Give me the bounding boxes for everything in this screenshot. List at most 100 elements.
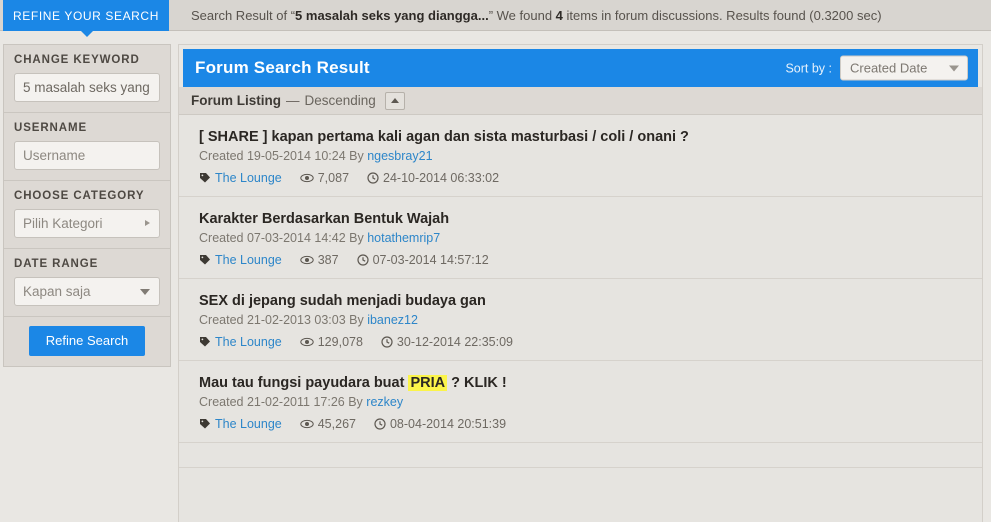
author-link[interactable]: rezkey — [366, 395, 403, 409]
clock-icon — [367, 172, 379, 184]
search-summary-mid: ” We found — [488, 8, 556, 23]
username-label: USERNAME — [14, 122, 88, 134]
views-item: 45,267 — [300, 417, 356, 431]
tag-icon — [200, 255, 210, 265]
eye-icon — [300, 419, 314, 429]
category-item[interactable]: The Lounge — [199, 171, 282, 185]
search-summary-query: 5 masalah seks yang diangga... — [295, 8, 489, 23]
date-range-select[interactable]: Kapan saja — [14, 277, 160, 306]
search-summary-prefix: Search Result of “ — [191, 8, 296, 23]
author-link[interactable]: ibanez12 — [367, 313, 418, 327]
table-row[interactable]: SEX di jepang sudah menjadi budaya gan C… — [179, 279, 982, 361]
chevron-down-icon — [949, 65, 959, 72]
page-title: Forum Search Result — [195, 58, 370, 77]
last-post-item: 24-10-2014 06:33:02 — [367, 171, 499, 185]
author-link[interactable]: ngesbray21 — [367, 149, 432, 163]
sort-direction-toggle[interactable] — [384, 91, 405, 110]
last-post-date: 07-03-2014 14:57:12 — [372, 253, 489, 267]
forum-search-result-panel: Forum Search Result Sort by : Created Da… — [178, 44, 983, 522]
by-label: By — [344, 395, 367, 409]
tag-icon — [200, 337, 210, 347]
category-link[interactable]: The Lounge — [215, 417, 282, 431]
table-row[interactable]: Karakter Berdasarkan Bentuk Wajah Create… — [179, 197, 982, 279]
category-item[interactable]: The Lounge — [199, 253, 282, 267]
views-item: 129,078 — [300, 335, 363, 349]
refine-your-search-tab-label: REFINE YOUR SEARCH — [13, 8, 159, 23]
chevron-right-icon — [145, 220, 150, 226]
listing-order-label: Descending — [304, 93, 376, 108]
category-item[interactable]: The Lounge — [199, 417, 282, 431]
created-prefix: Created — [199, 395, 247, 409]
tag-icon — [200, 173, 210, 183]
created-date: 21-02-2013 03:03 — [246, 313, 346, 327]
date-range-label: DATE RANGE — [14, 258, 99, 270]
refine-search-button-row: Refine Search — [4, 317, 170, 366]
views-count: 129,078 — [317, 335, 363, 349]
top-bar: REFINE YOUR SEARCH Search Result of “5 m… — [0, 0, 991, 37]
clock-icon — [381, 336, 393, 348]
last-post-item: 30-12-2014 22:35:09 — [381, 335, 513, 349]
table-row[interactable]: Mau tau fungsi payudara buat PRIA ? KLIK… — [179, 361, 982, 443]
by-label: By — [345, 149, 368, 163]
category-item[interactable]: The Lounge — [199, 335, 282, 349]
sidebar-section-choose-category: CHOOSE CATEGORY Pilih Kategori — [4, 181, 170, 249]
created-date: 21-02-2011 17:26 — [246, 395, 345, 409]
choose-category-label: CHOOSE CATEGORY — [14, 190, 145, 202]
table-row[interactable] — [179, 443, 982, 468]
result-footer: The Lounge 129,078 30-12-2014 22:35:09 — [199, 335, 968, 349]
sort-by-label: Sort by : — [785, 61, 832, 75]
views-count: 45,267 — [317, 417, 356, 431]
search-summary-suffix: items in forum discussions. Results foun… — [562, 8, 882, 23]
created-prefix: Created — [199, 231, 247, 245]
author-link[interactable]: hotathemrip7 — [367, 231, 440, 245]
result-title-text-suffix: ? KLIK ! — [447, 375, 507, 391]
search-summary: Search Result of “5 masalah seks yang di… — [191, 0, 882, 31]
sidebar-section-username: USERNAME Username — [4, 113, 170, 181]
category-link[interactable]: The Lounge — [215, 253, 282, 267]
views-count: 387 — [317, 253, 339, 267]
change-keyword-label: CHANGE KEYWORD — [14, 54, 140, 66]
listing-dash: — — [286, 93, 300, 108]
category-link[interactable]: The Lounge — [215, 171, 282, 185]
result-title[interactable]: Karakter Berdasarkan Bentuk Wajah — [199, 210, 759, 228]
refine-your-search-tab[interactable]: REFINE YOUR SEARCH — [3, 0, 169, 31]
eye-icon — [300, 255, 314, 265]
caret-up-icon — [390, 98, 399, 103]
results-list: [ SHARE ] kapan pertama kali agan dan si… — [179, 115, 982, 522]
username-input[interactable]: Username — [14, 141, 160, 170]
result-title-text: Karakter Berdasarkan Bentuk Wajah — [199, 211, 450, 227]
by-label: By — [345, 313, 368, 327]
sort-by-control: Sort by : Created Date — [785, 55, 968, 81]
views-count: 7,087 — [317, 171, 350, 185]
views-item: 7,087 — [300, 171, 349, 185]
keyword-input[interactable]: 5 masalah seks yang — [14, 73, 160, 102]
result-footer: The Lounge 387 07-03-2014 14:57:12 — [199, 253, 968, 267]
keyword-input-value: 5 masalah seks yang — [23, 80, 150, 95]
created-prefix: Created — [199, 313, 247, 327]
result-meta: Created 07-03-2014 14:42 By hotathemrip7 — [199, 231, 968, 245]
result-footer: The Lounge 45,267 08-04-2014 20:51:39 — [199, 417, 968, 431]
eye-icon — [300, 173, 314, 183]
result-meta: Created 19-05-2014 10:24 By ngesbray21 — [199, 149, 968, 163]
result-footer: The Lounge 7,087 24-10-2014 06:33:02 — [199, 171, 968, 185]
category-select-value: Pilih Kategori — [23, 216, 103, 231]
by-label: By — [345, 231, 368, 245]
result-title[interactable]: SEX di jepang sudah menjadi budaya gan — [199, 292, 759, 310]
category-select[interactable]: Pilih Kategori — [14, 209, 160, 238]
last-post-item: 08-04-2014 20:51:39 — [374, 417, 506, 431]
category-link[interactable]: The Lounge — [215, 335, 282, 349]
created-date: 07-03-2014 14:42 — [246, 231, 346, 245]
result-title[interactable]: [ SHARE ] kapan pertama kali agan dan si… — [199, 128, 759, 146]
refine-tab-caret-icon — [81, 31, 93, 37]
eye-icon — [300, 337, 314, 347]
result-title-text: Mau tau fungsi payudara buat — [199, 375, 409, 391]
sort-by-select[interactable]: Created Date — [840, 55, 968, 81]
search-results-page: REFINE YOUR SEARCH Search Result of “5 m… — [0, 0, 991, 522]
views-item: 387 — [300, 253, 339, 267]
last-post-date: 30-12-2014 22:35:09 — [396, 335, 513, 349]
refine-search-button[interactable]: Refine Search — [28, 326, 146, 356]
created-date: 19-05-2014 10:24 — [246, 149, 346, 163]
table-row[interactable]: [ SHARE ] kapan pertama kali agan dan si… — [179, 115, 982, 197]
result-title[interactable]: Mau tau fungsi payudara buat PRIA ? KLIK… — [199, 374, 759, 392]
result-title-text: SEX di jepang sudah menjadi budaya gan — [199, 293, 486, 309]
